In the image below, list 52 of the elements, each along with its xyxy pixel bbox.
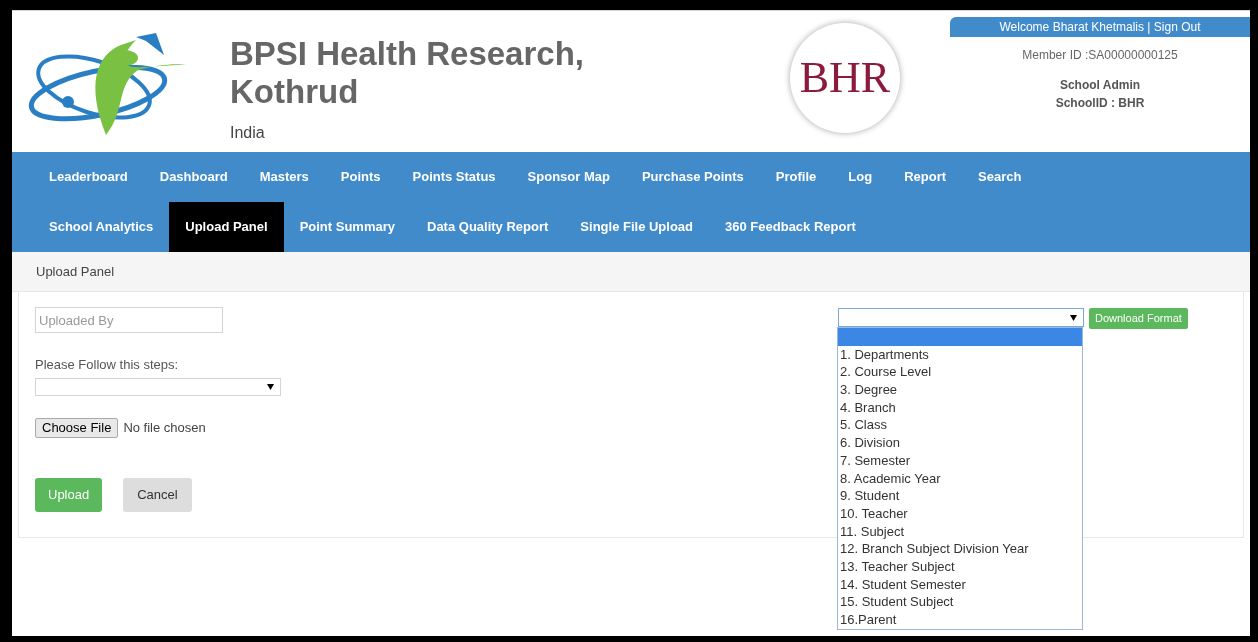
nav-tab[interactable]: Single File Upload <box>564 202 710 252</box>
breadcrumb: Upload Panel <box>36 262 115 281</box>
dropdown-option[interactable] <box>838 328 1082 346</box>
dropdown-option[interactable]: 16.Parent <box>838 611 1082 629</box>
nav-tab[interactable]: Masters <box>243 152 325 202</box>
nav-tab[interactable]: Report <box>888 152 962 202</box>
school-id-label: SchoolID : BHR <box>1055 95 1145 112</box>
dropdown-option[interactable]: 10. Teacher <box>838 504 1082 523</box>
caret-icon <box>1070 314 1077 321</box>
dropdown-option[interactable]: 13. Teacher Subject <box>838 557 1082 576</box>
dropdown-option[interactable]: 2. Course Level <box>838 363 1082 382</box>
nav-tab[interactable]: Points Status <box>396 152 512 202</box>
dropdown-option[interactable]: 7. Semester <box>838 451 1082 470</box>
nav-tab[interactable]: Log <box>832 152 889 202</box>
dropdown-option[interactable]: 5. Class <box>838 416 1082 435</box>
school-title: BPSI Health Research, <box>230 35 584 73</box>
nav-tab[interactable]: Upload Panel <box>169 202 284 252</box>
dropdown-option[interactable]: 12. Branch Subject Division Year <box>838 540 1082 558</box>
nav-tab[interactable]: Profile <box>759 152 833 202</box>
bhr-logo: BHR <box>790 23 900 133</box>
uploaded-by-field[interactable]: Uploaded By <box>35 307 223 333</box>
dropdown-option[interactable]: 3. Degree <box>838 381 1082 399</box>
nav-tab[interactable]: Points <box>324 152 397 202</box>
steps-select[interactable] <box>35 377 281 396</box>
school-title: Kothrud <box>230 73 360 111</box>
caret-icon <box>267 383 274 390</box>
dropdown-option[interactable]: 4. Branch <box>838 398 1082 417</box>
file-status: No file chosen <box>123 418 206 437</box>
nav-tab[interactable]: 360 Feedback Report <box>709 202 872 252</box>
nav-tab[interactable]: Search <box>962 152 1038 202</box>
nav-tab[interactable]: Data Quality Report <box>411 202 565 252</box>
format-select[interactable] <box>838 308 1084 327</box>
dropdown-option[interactable]: 9. Student <box>838 487 1082 505</box>
steps-label: Please Follow this steps: <box>35 356 179 374</box>
dropdown-option[interactable]: 6. Division <box>838 434 1082 452</box>
nav-tab[interactable]: Dashboard <box>143 152 244 202</box>
dropdown-option[interactable]: 8. Academic Year <box>838 469 1082 488</box>
choose-file-button[interactable]: Choose File <box>35 417 119 438</box>
dropdown-option[interactable]: 14. Student Semester <box>838 575 1082 594</box>
nav-tab[interactable]: Point Summary <box>283 202 411 252</box>
nav-tab[interactable]: School Analytics <box>33 202 170 252</box>
dropdown-option[interactable]: 11. Subject <box>838 522 1082 541</box>
member-id: Member ID :SA00000000125 <box>1022 47 1178 64</box>
country-label: India <box>230 123 266 143</box>
nav-tab[interactable]: Sponsor Map <box>511 152 626 202</box>
role-label: School Admin <box>1059 77 1141 94</box>
nav-tab[interactable]: Leaderboard <box>33 152 144 202</box>
cancel-button[interactable]: Cancel <box>123 477 192 512</box>
dropdown-option[interactable]: 15. Student Subject <box>838 593 1082 611</box>
nav-tab[interactable]: Purchase Points <box>625 152 760 202</box>
dropdown-option[interactable]: 1. Departments <box>838 345 1082 364</box>
welcome-bar[interactable]: Welcome Bharat Khetmalis | Sign Out <box>950 17 1250 37</box>
